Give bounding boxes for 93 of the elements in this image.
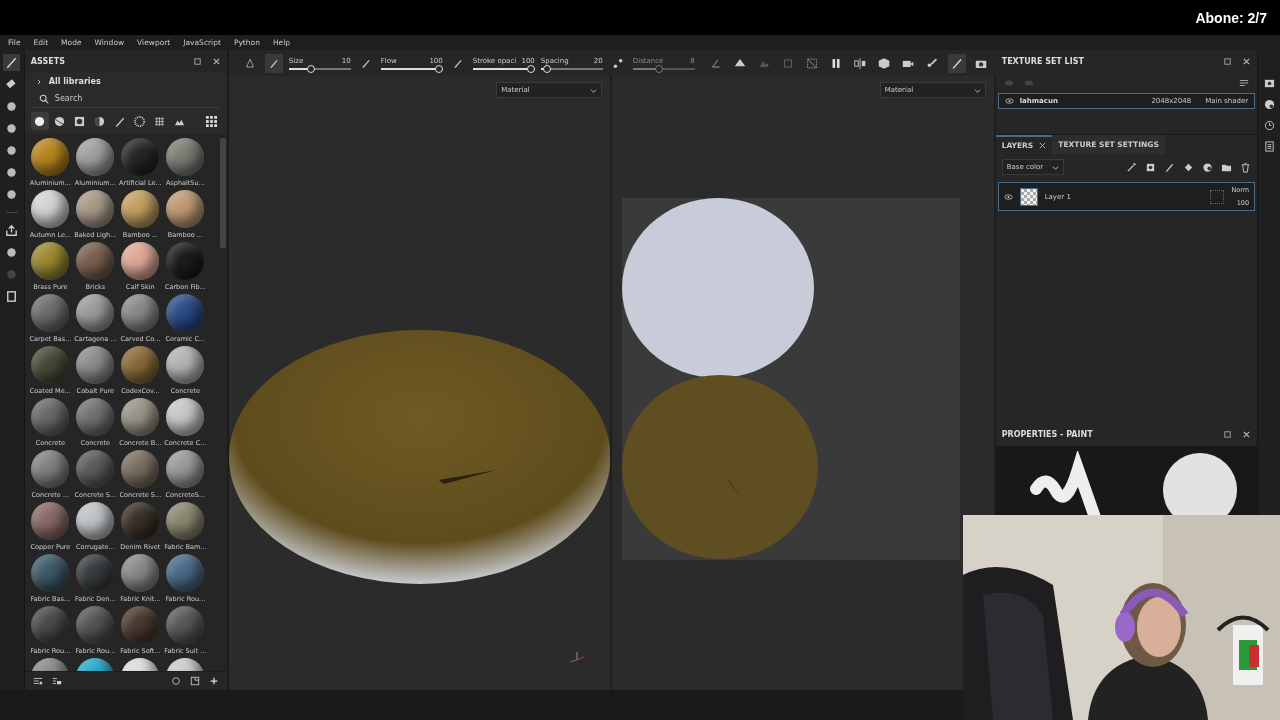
mask-icon [74,115,86,127]
float-icon[interactable] [192,57,202,66]
subscriber-counter: Abone: 2/7 [1195,9,1267,26]
magic-wand-icon[interactable] [1126,161,1138,173]
material-thumbnail[interactable] [31,502,70,540]
trash-icon[interactable] [1240,161,1252,173]
log-icon[interactable] [1263,141,1275,152]
panel-title: TEXTURE SET LIST [1001,57,1085,66]
material-thumbnail[interactable] [166,606,205,644]
slider-track[interactable] [288,67,351,70]
material-thumbnail[interactable] [31,294,70,332]
striped-sphere-icon [54,115,66,127]
slider-track[interactable] [540,67,603,70]
float-icon[interactable] [1223,430,1233,439]
material-thumbnail[interactable] [121,138,160,176]
material-thumbnail[interactable] [166,398,205,436]
caret-icon [973,86,981,94]
mask-slot[interactable] [1210,189,1225,204]
eye-icon[interactable] [1003,193,1013,200]
grid-icon [154,115,166,127]
material-thumbnail[interactable] [166,138,205,176]
filter-tab[interactable] [30,112,49,130]
material-thumbnail[interactable] [31,554,70,592]
slider-track[interactable] [632,67,695,70]
search-field[interactable]: Search [54,92,175,105]
panel-title: ASSETS [30,57,66,66]
eye-icon[interactable] [1004,98,1014,104]
layer-thumbnail [1019,187,1038,206]
panel-title: PROPERTIES - PAINT [1001,430,1094,439]
brush-icon[interactable] [3,54,21,71]
material-thumbnail[interactable] [76,190,115,228]
brush-icon[interactable] [947,53,966,73]
material-thumbnail[interactable] [76,554,115,592]
material-thumbnail[interactable] [121,346,160,384]
caret-icon [590,86,598,94]
material-thumbnail[interactable] [76,398,115,436]
folder-list-icon[interactable] [51,676,62,686]
material-thumbnail[interactable] [166,294,205,332]
brush-icon[interactable] [264,53,283,73]
bucket-icon[interactable] [1183,161,1195,173]
float-icon[interactable] [1223,57,1233,66]
dotted-circle-icon [134,115,146,127]
material-thumbnail[interactable] [76,450,115,488]
shader-icon[interactable] [1263,99,1275,110]
grid-view-icon[interactable] [205,115,217,127]
material-thumbnail[interactable] [76,294,115,332]
material-thumbnail[interactable] [76,138,115,176]
material-thumbnail[interactable] [166,242,205,280]
window-icon[interactable] [189,676,200,686]
material-thumbnail[interactable] [121,450,160,488]
close-icon[interactable] [1039,142,1047,149]
caret-icon [1051,163,1059,171]
material-thumbnail[interactable] [31,346,70,384]
library-selector[interactable]: All libraries [48,77,101,86]
material-thumbnail[interactable] [166,554,205,592]
material-thumbnail[interactable] [166,190,205,228]
material-thumbnail[interactable] [166,346,205,384]
close-icon[interactable] [1242,57,1252,66]
effect-icon[interactable] [1202,161,1214,173]
material-thumbnail[interactable] [31,138,70,176]
material-thumbnail[interactable] [121,554,160,592]
material-thumbnail[interactable] [166,450,205,488]
refresh-icon[interactable] [170,676,181,686]
slider-track[interactable] [472,67,535,70]
material-thumbnail[interactable] [31,398,70,436]
list-icon[interactable] [32,676,43,686]
brush-icon [114,115,126,127]
material-thumbnail[interactable] [121,242,160,280]
material-thumbnail[interactable] [76,502,115,540]
material-thumbnail[interactable] [31,242,70,280]
material-thumbnail[interactable] [76,346,115,384]
fill-layer-icon[interactable] [1145,161,1157,173]
material-thumbnail[interactable] [121,606,160,644]
brush-icon[interactable] [1164,161,1176,173]
half-circle-icon [94,115,106,127]
material-thumbnail[interactable] [121,190,160,228]
material-thumbnail[interactable] [121,398,160,436]
slider-track[interactable] [380,67,443,70]
material-thumbnail[interactable] [121,294,160,332]
sphere-icon [34,115,46,127]
add-icon[interactable] [208,676,219,686]
search-icon [38,93,49,104]
material-thumbnail[interactable] [121,502,160,540]
close-icon[interactable] [211,57,221,66]
material-thumbnail[interactable] [76,242,115,280]
material-thumbnail[interactable] [166,502,205,540]
material-thumbnail[interactable] [76,606,115,644]
history-icon[interactable] [1263,120,1275,131]
close-icon[interactable] [1242,430,1252,439]
material-thumbnail[interactable] [31,450,70,488]
material-thumbnail[interactable] [31,190,70,228]
display-settings-icon[interactable] [1263,78,1275,89]
list-settings-icon[interactable] [1239,78,1250,88]
